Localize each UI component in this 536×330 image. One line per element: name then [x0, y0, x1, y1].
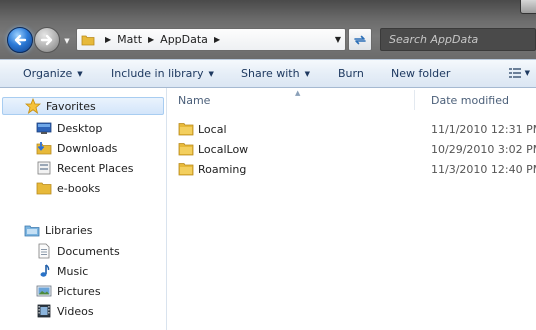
organize-menu[interactable]: Organize ▼ [23, 67, 83, 80]
libraries-icon [24, 225, 40, 237]
window-control-button[interactable] [520, 0, 536, 14]
sidebar-item-documents[interactable]: Documents [36, 242, 120, 260]
arrow-left-icon [14, 34, 27, 46]
sidebar-item-label: Downloads [57, 141, 118, 155]
view-details-icon [508, 68, 521, 78]
sidebar-item-label: Music [57, 264, 89, 278]
forward-button[interactable] [34, 27, 60, 53]
breadcrumb-item-matt[interactable]: Matt [117, 33, 142, 46]
sidebar-item-libraries[interactable]: Libraries [24, 221, 93, 239]
pictures-icon [36, 285, 52, 297]
explorer-body: Favorites Desktop Downloads Recent Place… [0, 88, 536, 330]
column-header-name[interactable]: Name [178, 88, 210, 112]
new-folder-button[interactable]: New folder [391, 67, 450, 80]
sidebar-item-pictures[interactable]: Pictures [36, 282, 101, 300]
file-row-local[interactable]: Local 11/1/2010 12:31 PM [178, 119, 536, 139]
sort-ascending-icon: ▲ [295, 89, 301, 97]
file-date-modified: 11/3/2010 12:40 PM [431, 162, 536, 176]
sidebar-item-label: Documents [57, 244, 120, 258]
chevron-down-icon: ▼ [64, 37, 70, 45]
videos-icon [37, 304, 51, 318]
navigation-pane: Favorites Desktop Downloads Recent Place… [0, 88, 167, 330]
documents-icon [38, 243, 50, 259]
music-note-icon [40, 264, 50, 277]
folder-icon [81, 35, 95, 45]
share-with-label: Share with [241, 67, 300, 80]
command-bar: Organize ▼ Include in library ▼ Share wi… [0, 59, 536, 88]
chevron-down-icon[interactable]: ▼ [335, 35, 341, 44]
breadcrumb-item-appdata[interactable]: AppData [160, 33, 208, 46]
chevron-down-icon: ▼ [77, 69, 83, 78]
file-row-locallow[interactable]: LocalLow 10/29/2010 3:02 PM [178, 139, 536, 159]
chevron-down-icon: ▼ [524, 69, 530, 77]
column-header-label: Name [178, 93, 211, 107]
sidebar-item-label: Desktop [57, 121, 103, 135]
back-button[interactable] [7, 27, 33, 53]
sidebar-item-videos[interactable]: Videos [36, 302, 94, 320]
file-date-modified: 10/29/2010 3:02 PM [431, 142, 536, 156]
search-placeholder: Search AppData [389, 33, 479, 46]
column-header-date-modified[interactable]: Date modified [431, 88, 509, 112]
arrow-right-icon [40, 34, 53, 46]
organize-label: Organize [23, 67, 73, 80]
folder-icon [178, 123, 194, 136]
share-with-menu[interactable]: Share with ▼ [241, 67, 310, 80]
file-list: Name ▲ Date modified Local 11/1/2010 12:… [168, 88, 536, 330]
downloads-folder-icon [36, 142, 52, 155]
folder-icon [36, 182, 52, 195]
chevron-down-icon: ▼ [208, 69, 214, 78]
address-bar[interactable]: ▶ Matt ▶ AppData ▶ ▼ [76, 28, 346, 51]
sidebar-item-label: Favorites [46, 99, 96, 113]
refresh-icon [354, 35, 366, 44]
sidebar-item-recent-places[interactable]: Recent Places [36, 159, 134, 177]
chevron-right-icon[interactable]: ▶ [148, 35, 154, 44]
file-row-roaming[interactable]: Roaming 11/3/2010 12:40 PM [178, 159, 536, 179]
chevron-down-icon: ▼ [304, 69, 310, 78]
refresh-button[interactable] [348, 28, 372, 51]
column-divider[interactable] [414, 90, 415, 110]
file-name: Roaming [198, 162, 247, 176]
search-input[interactable]: Search AppData [380, 28, 536, 51]
recent-places-icon [37, 161, 51, 175]
folder-icon [178, 143, 194, 156]
chevron-right-icon[interactable]: ▶ [214, 35, 220, 44]
burn-button[interactable]: Burn [338, 67, 364, 80]
new-folder-label: New folder [391, 67, 451, 80]
sidebar-item-label: Libraries [45, 223, 93, 237]
chevron-right-icon[interactable]: ▶ [105, 35, 111, 44]
sidebar-item-label: Pictures [57, 284, 101, 298]
include-in-library-menu[interactable]: Include in library ▼ [111, 67, 214, 80]
star-icon [25, 98, 41, 114]
file-date-modified: 11/1/2010 12:31 PM [431, 122, 536, 136]
navigation-bar: ▼ ▶ Matt ▶ AppData ▶ ▼ Search AppData [0, 25, 536, 59]
change-view-button[interactable]: ▼ [508, 68, 530, 78]
sidebar-item-e-books[interactable]: e-books [36, 179, 100, 197]
sidebar-item-label: Recent Places [57, 161, 134, 175]
desktop-icon [36, 122, 52, 134]
burn-label: Burn [338, 67, 364, 80]
breadcrumb: ▶ Matt ▶ AppData ▶ [99, 33, 226, 46]
sidebar-item-label: e-books [57, 181, 101, 195]
sidebar-item-downloads[interactable]: Downloads [36, 139, 117, 157]
file-name: Local [198, 122, 227, 136]
sidebar-item-favorites[interactable]: Favorites [2, 97, 164, 115]
sidebar-item-music[interactable]: Music [36, 262, 88, 280]
include-in-library-label: Include in library [111, 67, 204, 80]
file-name: LocalLow [198, 142, 249, 156]
sidebar-item-label: Videos [57, 304, 94, 318]
recent-pages-dropdown[interactable]: ▼ [62, 36, 72, 46]
sidebar-item-desktop[interactable]: Desktop [36, 119, 102, 137]
folder-icon [178, 163, 194, 176]
column-header-label: Date modified [431, 93, 509, 107]
